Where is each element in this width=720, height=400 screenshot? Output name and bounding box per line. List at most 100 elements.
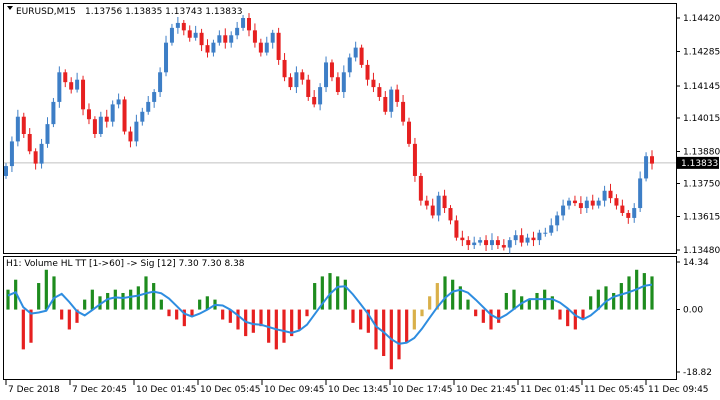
candle-body <box>241 18 246 28</box>
candle-body <box>211 42 216 53</box>
price-axis: 1.14420 1.14285 1.14145 1.14015 1.13880 1.137… <box>676 14 720 256</box>
candle-body <box>501 245 506 248</box>
histogram-bar <box>397 309 401 360</box>
candle-body <box>229 35 234 43</box>
histogram-bar <box>21 309 25 350</box>
histogram-bar <box>159 299 163 310</box>
candle-body <box>235 27 240 36</box>
candle-body <box>596 200 601 206</box>
candle-body <box>146 101 151 112</box>
indicator-pane[interactable]: H1: Volume HL TT [1->60] -> Sig [12] 7.3… <box>3 256 713 380</box>
candle-body <box>318 87 323 105</box>
histogram-bar <box>113 289 117 310</box>
candle-body <box>525 237 530 243</box>
histogram-bar <box>6 289 10 310</box>
histogram-bar <box>90 289 94 310</box>
candle-body <box>383 96 388 112</box>
histogram-bar <box>67 309 71 330</box>
histogram-bar <box>52 276 56 310</box>
candle-body <box>122 99 127 132</box>
candle-body <box>92 119 97 134</box>
histogram-bar <box>642 273 646 310</box>
candle-body <box>614 198 619 206</box>
histogram-bar <box>512 289 516 310</box>
candle-body <box>282 59 287 78</box>
trading-chart[interactable]: EURUSD,M15 1.13756 1.13835 1.13743 1.138… <box>0 0 720 400</box>
candle-body <box>495 240 500 246</box>
candle-body <box>424 200 429 206</box>
candle-body <box>276 32 281 60</box>
candle-body <box>21 116 26 134</box>
candle-body <box>578 203 583 209</box>
current-price-label: 1.13833 <box>677 156 719 169</box>
candle-body <box>116 99 121 105</box>
triangle-down-icon[interactable] <box>7 6 13 10</box>
symbol-header: EURUSD,M15 1.13756 1.13835 1.13743 1.138… <box>7 6 242 17</box>
candle-body <box>567 200 572 206</box>
candle-body <box>152 92 157 102</box>
candle-body <box>300 72 305 80</box>
candle-body <box>561 205 566 216</box>
signal-line <box>7 283 653 345</box>
histogram-bar <box>497 309 501 323</box>
histogram-bar <box>566 309 570 327</box>
price-tick-label: 1.14015 <box>683 114 720 124</box>
histogram-bar <box>359 309 363 330</box>
candle-body <box>519 235 524 243</box>
histogram-bar <box>573 309 577 330</box>
candle-body <box>223 35 228 43</box>
histogram-bar <box>221 309 225 320</box>
histogram-bar <box>650 276 654 310</box>
candle-body <box>484 240 489 246</box>
candle-body <box>395 89 400 102</box>
candle-body <box>365 64 370 80</box>
price-tick-label: 1.13480 <box>683 246 720 256</box>
time-tick-label: 10 Dec 01:45 <box>136 385 197 395</box>
candle-body <box>531 237 536 241</box>
candle-body <box>407 121 412 144</box>
histogram-bar <box>37 283 41 310</box>
candle-body <box>15 116 20 142</box>
time-tick-label: 11 Dec 09:45 <box>648 385 709 395</box>
time-tick-label: 7 Dec 20:45 <box>72 385 127 395</box>
candle-body <box>181 22 186 31</box>
candle-body <box>430 205 435 216</box>
histogram-bar <box>374 309 378 350</box>
candle-body <box>347 57 352 73</box>
candle-body <box>288 77 293 88</box>
time-axis: 7 Dec 2018 7 Dec 20:45 10 Dec 01:45 10 Dec … <box>5 380 709 395</box>
histogram-bar <box>412 309 416 330</box>
price-pane[interactable]: EURUSD,M15 1.13756 1.13835 1.13743 1.138… <box>3 3 720 257</box>
price-tick-label: 1.13880 <box>683 147 720 157</box>
candle-body <box>389 89 394 112</box>
histogram-bar <box>251 309 255 333</box>
histogram-bar <box>129 289 133 310</box>
candle-body <box>158 72 163 93</box>
histogram-bar <box>198 299 202 310</box>
candle-body <box>69 82 74 90</box>
histogram-bar <box>60 309 64 320</box>
time-tick-label: 11 Dec 01:45 <box>520 385 581 395</box>
candle-body <box>650 156 654 164</box>
histogram-bar <box>282 309 286 343</box>
histogram-bar <box>604 286 608 310</box>
candle-body <box>252 30 257 43</box>
histogram-bar <box>297 309 301 330</box>
time-tick-label: 7 Dec 2018 <box>8 385 60 395</box>
candle-body <box>448 208 453 221</box>
candle-body <box>134 121 139 142</box>
candle-body <box>110 104 115 122</box>
histogram-bar <box>305 309 309 317</box>
histogram-bar <box>136 286 140 310</box>
candle-body <box>104 116 109 122</box>
candle-body <box>45 124 50 144</box>
volume-histogram <box>6 269 654 370</box>
candle-body <box>418 175 423 201</box>
candle-body <box>472 242 477 246</box>
histogram-bar <box>336 276 340 310</box>
histogram-bar <box>535 292 539 310</box>
candle-body <box>205 45 210 53</box>
histogram-bar <box>328 273 332 310</box>
indicator-title: H1: Volume HL TT [1->60] -> Sig [12] 7.3… <box>6 259 245 269</box>
candle-body <box>335 77 340 93</box>
